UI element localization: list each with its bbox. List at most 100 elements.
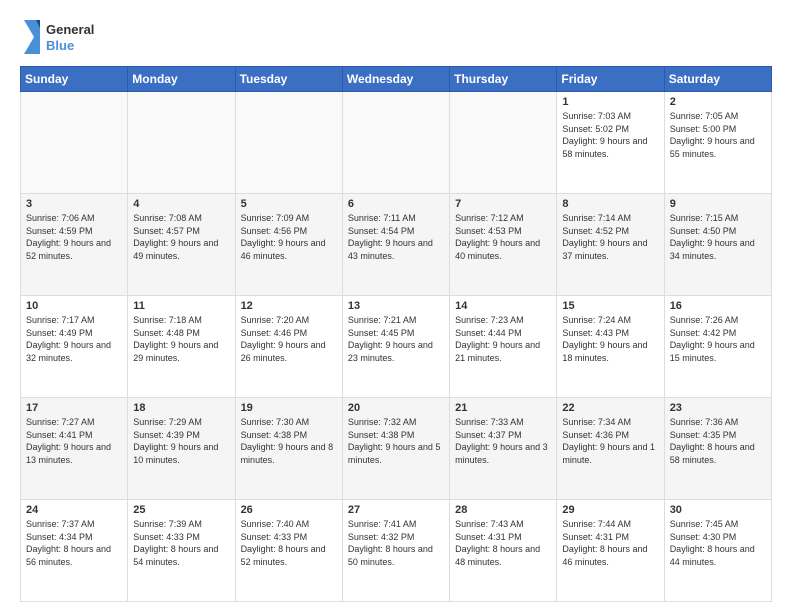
day-number: 12 <box>241 300 337 312</box>
day-number: 23 <box>670 402 766 414</box>
calendar-cell: 2 Sunrise: 7:05 AM Sunset: 5:00 PM Daylig… <box>664 92 771 194</box>
calendar-cell: 9 Sunrise: 7:15 AM Sunset: 4:50 PM Daylig… <box>664 194 771 296</box>
day-number: 15 <box>562 300 658 312</box>
calendar-table: SundayMondayTuesdayWednesdayThursdayFrid… <box>20 66 772 602</box>
day-info: Sunrise: 7:23 AM Sunset: 4:44 PM Dayligh… <box>455 314 551 364</box>
calendar-cell: 5 Sunrise: 7:09 AM Sunset: 4:56 PM Daylig… <box>235 194 342 296</box>
day-number: 22 <box>562 402 658 414</box>
day-info: Sunrise: 7:17 AM Sunset: 4:49 PM Dayligh… <box>26 314 122 364</box>
day-number: 10 <box>26 300 122 312</box>
day-number: 6 <box>348 198 444 210</box>
day-info: Sunrise: 7:37 AM Sunset: 4:34 PM Dayligh… <box>26 518 122 568</box>
calendar-cell: 12 Sunrise: 7:20 AM Sunset: 4:46 PM Dayli… <box>235 296 342 398</box>
day-info: Sunrise: 7:32 AM Sunset: 4:38 PM Dayligh… <box>348 416 444 466</box>
weekday-header: Monday <box>128 67 235 92</box>
day-number: 26 <box>241 504 337 516</box>
day-info: Sunrise: 7:39 AM Sunset: 4:33 PM Dayligh… <box>133 518 229 568</box>
calendar-cell: 6 Sunrise: 7:11 AM Sunset: 4:54 PM Daylig… <box>342 194 449 296</box>
calendar-week-row: 17 Sunrise: 7:27 AM Sunset: 4:41 PM Dayli… <box>21 398 772 500</box>
day-number: 1 <box>562 96 658 108</box>
calendar-cell: 8 Sunrise: 7:14 AM Sunset: 4:52 PM Daylig… <box>557 194 664 296</box>
day-info: Sunrise: 7:45 AM Sunset: 4:30 PM Dayligh… <box>670 518 766 568</box>
day-number: 5 <box>241 198 337 210</box>
day-info: Sunrise: 7:05 AM Sunset: 5:00 PM Dayligh… <box>670 110 766 160</box>
calendar-cell <box>450 92 557 194</box>
calendar-cell: 27Sunrise: 7:41 AM Sunset: 4:32 PM Dayli… <box>342 500 449 602</box>
day-info: Sunrise: 7:03 AM Sunset: 5:02 PM Dayligh… <box>562 110 658 160</box>
day-number: 30 <box>670 504 766 516</box>
day-info: Sunrise: 7:27 AM Sunset: 4:41 PM Dayligh… <box>26 416 122 466</box>
day-number: 24 <box>26 504 122 516</box>
day-info: Sunrise: 7:06 AM Sunset: 4:59 PM Dayligh… <box>26 212 122 262</box>
day-info: Sunrise: 7:24 AM Sunset: 4:43 PM Dayligh… <box>562 314 658 364</box>
day-info: Sunrise: 7:41 AM Sunset: 4:32 PM Dayligh… <box>348 518 444 568</box>
calendar-week-row: 10 Sunrise: 7:17 AM Sunset: 4:49 PM Dayli… <box>21 296 772 398</box>
day-info: Sunrise: 7:20 AM Sunset: 4:46 PM Dayligh… <box>241 314 337 364</box>
day-info: Sunrise: 7:43 AM Sunset: 4:31 PM Dayligh… <box>455 518 551 568</box>
day-number: 2 <box>670 96 766 108</box>
calendar-header-row: SundayMondayTuesdayWednesdayThursdayFrid… <box>21 67 772 92</box>
day-info: Sunrise: 7:11 AM Sunset: 4:54 PM Dayligh… <box>348 212 444 262</box>
calendar-cell <box>342 92 449 194</box>
day-info: Sunrise: 7:14 AM Sunset: 4:52 PM Dayligh… <box>562 212 658 262</box>
day-number: 7 <box>455 198 551 210</box>
day-number: 19 <box>241 402 337 414</box>
weekday-header: Wednesday <box>342 67 449 92</box>
day-info: Sunrise: 7:15 AM Sunset: 4:50 PM Dayligh… <box>670 212 766 262</box>
calendar-cell: 28 Sunrise: 7:43 AM Sunset: 4:31 PM Dayli… <box>450 500 557 602</box>
day-info: Sunrise: 7:36 AM Sunset: 4:35 PM Dayligh… <box>670 416 766 466</box>
logo: General Blue <box>20 16 110 58</box>
calendar-cell: 4Sunrise: 7:08 AM Sunset: 4:57 PM Daylig… <box>128 194 235 296</box>
day-number: 9 <box>670 198 766 210</box>
calendar-cell <box>235 92 342 194</box>
day-info: Sunrise: 7:33 AM Sunset: 4:37 PM Dayligh… <box>455 416 551 466</box>
weekday-header: Sunday <box>21 67 128 92</box>
day-number: 29 <box>562 504 658 516</box>
calendar-week-row: 24 Sunrise: 7:37 AM Sunset: 4:34 PM Dayli… <box>21 500 772 602</box>
calendar-cell: 15 Sunrise: 7:24 AM Sunset: 4:43 PM Dayli… <box>557 296 664 398</box>
day-number: 20 <box>348 402 444 414</box>
weekday-header: Thursday <box>450 67 557 92</box>
calendar-cell: 24 Sunrise: 7:37 AM Sunset: 4:34 PM Dayli… <box>21 500 128 602</box>
calendar-week-row: 1 Sunrise: 7:03 AM Sunset: 5:02 PM Daylig… <box>21 92 772 194</box>
day-number: 11 <box>133 300 229 312</box>
calendar-cell: 10 Sunrise: 7:17 AM Sunset: 4:49 PM Dayli… <box>21 296 128 398</box>
svg-text:General: General <box>46 22 94 37</box>
weekday-header: Tuesday <box>235 67 342 92</box>
day-info: Sunrise: 7:26 AM Sunset: 4:42 PM Dayligh… <box>670 314 766 364</box>
calendar-cell: 20 Sunrise: 7:32 AM Sunset: 4:38 PM Dayli… <box>342 398 449 500</box>
calendar-cell: 1 Sunrise: 7:03 AM Sunset: 5:02 PM Daylig… <box>557 92 664 194</box>
day-number: 8 <box>562 198 658 210</box>
calendar-cell: 7 Sunrise: 7:12 AM Sunset: 4:53 PM Daylig… <box>450 194 557 296</box>
day-info: Sunrise: 7:34 AM Sunset: 4:36 PM Dayligh… <box>562 416 658 466</box>
day-info: Sunrise: 7:40 AM Sunset: 4:33 PM Dayligh… <box>241 518 337 568</box>
calendar-cell: 29 Sunrise: 7:44 AM Sunset: 4:31 PM Dayli… <box>557 500 664 602</box>
calendar-cell: 21 Sunrise: 7:33 AM Sunset: 4:37 PM Dayli… <box>450 398 557 500</box>
day-number: 4 <box>133 198 229 210</box>
calendar-cell: 30 Sunrise: 7:45 AM Sunset: 4:30 PM Dayli… <box>664 500 771 602</box>
day-info: Sunrise: 7:44 AM Sunset: 4:31 PM Dayligh… <box>562 518 658 568</box>
calendar-cell: 25Sunrise: 7:39 AM Sunset: 4:33 PM Dayli… <box>128 500 235 602</box>
day-number: 13 <box>348 300 444 312</box>
weekday-header: Friday <box>557 67 664 92</box>
calendar-cell: 23 Sunrise: 7:36 AM Sunset: 4:35 PM Dayli… <box>664 398 771 500</box>
calendar-cell: 13 Sunrise: 7:21 AM Sunset: 4:45 PM Dayli… <box>342 296 449 398</box>
calendar-cell: 18 Sunrise: 7:29 AM Sunset: 4:39 PM Dayli… <box>128 398 235 500</box>
day-number: 17 <box>26 402 122 414</box>
day-number: 14 <box>455 300 551 312</box>
svg-text:Blue: Blue <box>46 38 74 53</box>
day-info: Sunrise: 7:09 AM Sunset: 4:56 PM Dayligh… <box>241 212 337 262</box>
day-number: 21 <box>455 402 551 414</box>
calendar-cell: 3 Sunrise: 7:06 AM Sunset: 4:59 PM Daylig… <box>21 194 128 296</box>
day-number: 3 <box>26 198 122 210</box>
day-number: 28 <box>455 504 551 516</box>
calendar-cell: 16Sunrise: 7:26 AM Sunset: 4:42 PM Dayli… <box>664 296 771 398</box>
day-info: Sunrise: 7:18 AM Sunset: 4:48 PM Dayligh… <box>133 314 229 364</box>
day-info: Sunrise: 7:30 AM Sunset: 4:38 PM Dayligh… <box>241 416 337 466</box>
day-info: Sunrise: 7:12 AM Sunset: 4:53 PM Dayligh… <box>455 212 551 262</box>
day-info: Sunrise: 7:21 AM Sunset: 4:45 PM Dayligh… <box>348 314 444 364</box>
calendar-cell: 17 Sunrise: 7:27 AM Sunset: 4:41 PM Dayli… <box>21 398 128 500</box>
calendar-cell: 22 Sunrise: 7:34 AM Sunset: 4:36 PM Dayli… <box>557 398 664 500</box>
day-info: Sunrise: 7:29 AM Sunset: 4:39 PM Dayligh… <box>133 416 229 466</box>
day-number: 18 <box>133 402 229 414</box>
